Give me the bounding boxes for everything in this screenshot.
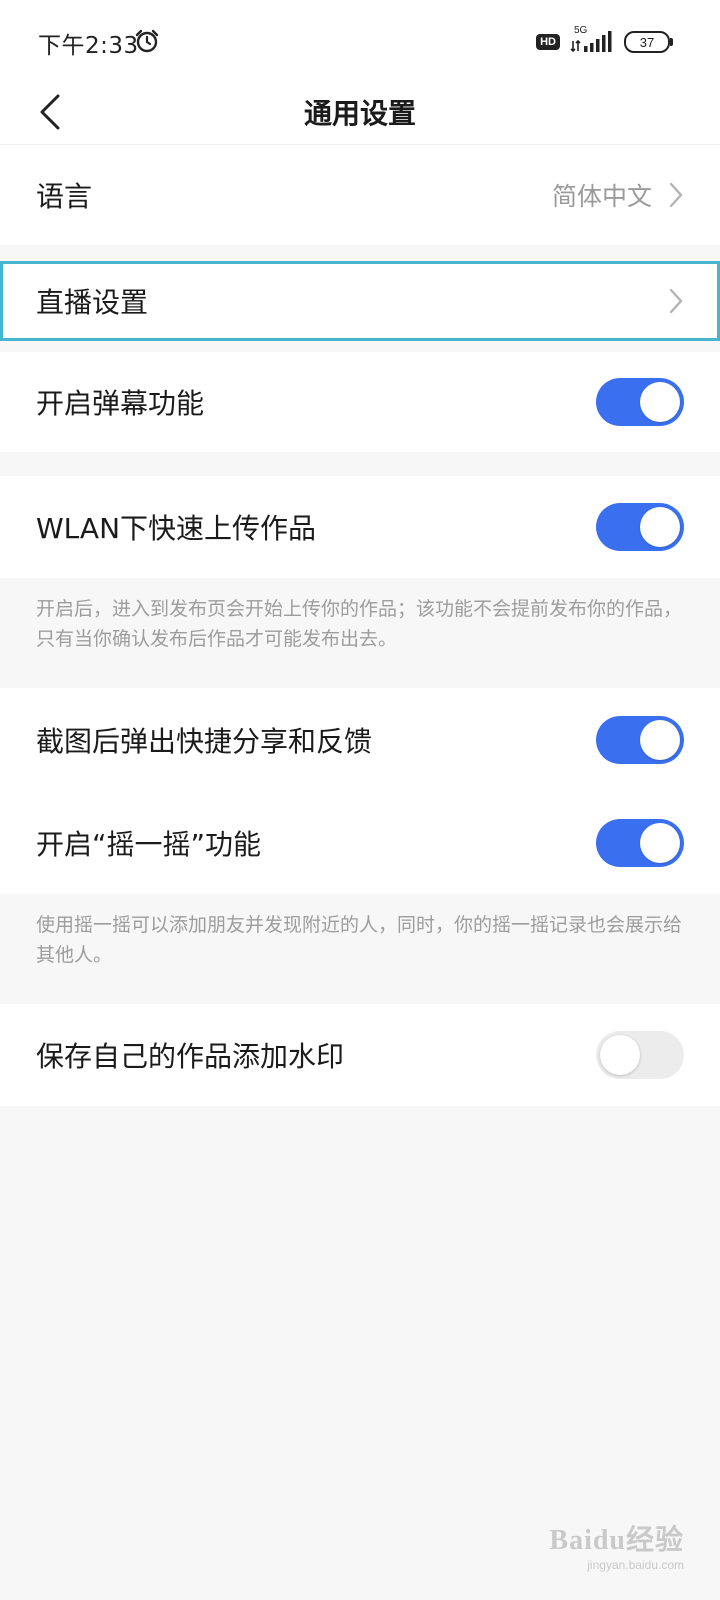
language-value: 简体中文 bbox=[551, 182, 652, 211]
watermark-label: 保存自己的作品添加水印 bbox=[36, 1040, 345, 1073]
toggle-knob bbox=[640, 823, 680, 863]
battery-cap bbox=[670, 38, 673, 46]
shake-toggle[interactable] bbox=[596, 819, 684, 867]
shake-label: 开启“摇一摇”功能 bbox=[36, 828, 262, 861]
toggle-knob bbox=[640, 507, 680, 547]
hd-badge: HD bbox=[536, 34, 560, 50]
screenshot-share-label: 截图后弹出快捷分享和反馈 bbox=[36, 725, 373, 758]
watermark-main-text: Baidu经验 bbox=[549, 1525, 684, 1556]
screenshot-share-toggle[interactable] bbox=[596, 716, 684, 764]
screenshot-share-row: 截图后弹出快捷分享和反馈 bbox=[0, 688, 720, 792]
danmaku-toggle[interactable] bbox=[596, 378, 684, 426]
battery-icon: 37 bbox=[624, 31, 673, 53]
watermark-sub-text: jingyan.baidu.com bbox=[587, 1558, 684, 1572]
live-settings-row[interactable]: 直播设置 bbox=[0, 261, 720, 341]
live-settings-label: 直播设置 bbox=[36, 286, 149, 319]
danmaku-label: 开启弹幕功能 bbox=[36, 387, 205, 420]
alarm-clock-icon bbox=[134, 28, 160, 54]
language-row[interactable]: 语言 简体中文 bbox=[0, 145, 720, 245]
navigation-bar: 通用设置 bbox=[0, 84, 720, 145]
status-bar: 下午2:33 HD 5G 37 bbox=[0, 0, 720, 84]
watermark-toggle[interactable] bbox=[596, 1031, 684, 1079]
toggle-knob bbox=[640, 382, 680, 422]
language-label: 语言 bbox=[36, 180, 93, 213]
danmaku-row: 开启弹幕功能 bbox=[0, 352, 720, 452]
wlan-upload-description: 开启后，进入到发布页会开始上传你的作品；该功能不会提前发布你的作品，只有当你确认… bbox=[36, 598, 683, 650]
signal-icon: 5G bbox=[570, 25, 614, 55]
watermark-row: 保存自己的作品添加水印 bbox=[0, 1004, 720, 1106]
chevron-right-icon bbox=[669, 288, 683, 314]
page-title: 通用设置 bbox=[303, 97, 416, 130]
chevron-right-icon bbox=[669, 182, 683, 208]
toggle-knob bbox=[640, 720, 680, 760]
wlan-upload-toggle[interactable] bbox=[596, 503, 684, 551]
wlan-upload-row: WLAN下快速上传作品 bbox=[0, 476, 720, 578]
wlan-upload-label: WLAN下快速上传作品 bbox=[36, 512, 317, 545]
shake-description: 使用摇一摇可以添加朋友并发现附近的人，同时，你的摇一摇记录也会展示给其他人。 bbox=[36, 914, 683, 966]
shake-row: 开启“摇一摇”功能 bbox=[0, 792, 720, 894]
status-time: 下午2:33 bbox=[38, 33, 139, 59]
toggle-knob bbox=[600, 1035, 640, 1075]
baidu-watermark: Baidu经验 jingyan.baidu.com bbox=[549, 1518, 684, 1572]
status-indicators: HD 5G 37 bbox=[536, 25, 673, 56]
battery-level: 37 bbox=[639, 34, 655, 50]
